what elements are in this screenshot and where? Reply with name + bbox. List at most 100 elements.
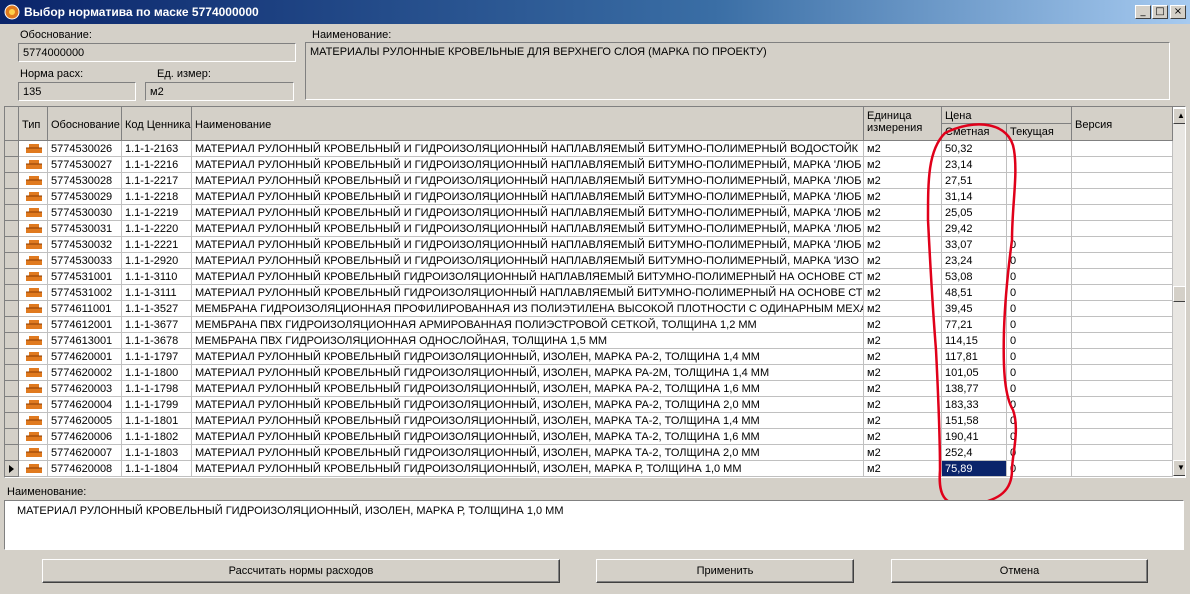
cell-code[interactable]: 1.1-1-2221 (122, 237, 192, 253)
cell-name[interactable]: МАТЕРИАЛ РУЛОННЫЙ КРОВЕЛЬНЫЙ ГИДРОИЗОЛЯЦ… (192, 445, 864, 461)
row-indicator[interactable] (5, 461, 19, 477)
cell-code[interactable]: 1.1-1-3111 (122, 285, 192, 301)
row-indicator[interactable] (5, 269, 19, 285)
cell-name[interactable]: МЕМБРАНА ПВХ ГИДРОИЗОЛЯЦИОННАЯ АРМИРОВАН… (192, 317, 864, 333)
cell-code[interactable]: 1.1-1-3110 (122, 269, 192, 285)
cell-type[interactable] (19, 429, 48, 445)
cell-version[interactable] (1072, 221, 1173, 237)
cell-code[interactable]: 1.1-1-2920 (122, 253, 192, 269)
cell-basis[interactable]: 5774620002 (48, 365, 122, 381)
cell-unit[interactable]: м2 (864, 381, 942, 397)
norms-grid[interactable]: Тип Обоснование Код Ценника Наименование… (4, 106, 1186, 478)
header-unit[interactable]: Единица измерения (864, 107, 942, 141)
cell-unit[interactable]: м2 (864, 269, 942, 285)
row-indicator[interactable] (5, 285, 19, 301)
cell-basis[interactable]: 5774620003 (48, 381, 122, 397)
cell-basis[interactable]: 5774620005 (48, 413, 122, 429)
cell-version[interactable] (1072, 141, 1173, 157)
cell-name[interactable]: МАТЕРИАЛ РУЛОННЫЙ КРОВЕЛЬНЫЙ ГИДРОИЗОЛЯЦ… (192, 381, 864, 397)
row-indicator[interactable] (5, 253, 19, 269)
cell-code[interactable]: 1.1-1-1797 (122, 349, 192, 365)
cell-estimate[interactable]: 252,4 (942, 445, 1007, 461)
cell-current[interactable]: 0 (1007, 445, 1072, 461)
cell-current[interactable] (1007, 221, 1072, 237)
cell-code[interactable]: 1.1-1-1800 (122, 365, 192, 381)
cell-name[interactable]: МАТЕРИАЛ РУЛОННЫЙ КРОВЕЛЬНЫЙ ГИДРОИЗОЛЯЦ… (192, 269, 864, 285)
cell-name[interactable]: МАТЕРИАЛ РУЛОННЫЙ КРОВЕЛЬНЫЙ ГИДРОИЗОЛЯЦ… (192, 365, 864, 381)
cell-code[interactable]: 1.1-1-2217 (122, 173, 192, 189)
cell-name[interactable]: МАТЕРИАЛ РУЛОННЫЙ КРОВЕЛЬНЫЙ ГИДРОИЗОЛЯЦ… (192, 429, 864, 445)
cell-basis[interactable]: 5774531001 (48, 269, 122, 285)
cell-current[interactable]: 0 (1007, 269, 1072, 285)
basis-field[interactable]: 5774000000 (18, 43, 296, 62)
cell-name[interactable]: МАТЕРИАЛ РУЛОННЫЙ КРОВЕЛЬНЫЙ ГИДРОИЗОЛЯЦ… (192, 285, 864, 301)
cell-version[interactable] (1072, 381, 1173, 397)
cell-code[interactable]: 1.1-1-3527 (122, 301, 192, 317)
cell-basis[interactable]: 5774620008 (48, 461, 122, 477)
cell-estimate[interactable]: 101,05 (942, 365, 1007, 381)
details-memo[interactable]: МАТЕРИАЛ РУЛОННЫЙ КРОВЕЛЬНЫЙ ГИДРОИЗОЛЯЦ… (4, 500, 1184, 550)
cell-basis[interactable]: 5774530031 (48, 221, 122, 237)
cell-current[interactable]: 0 (1007, 381, 1072, 397)
header-version[interactable]: Версия (1072, 107, 1173, 141)
cell-current[interactable] (1007, 173, 1072, 189)
cell-version[interactable] (1072, 445, 1173, 461)
cell-unit[interactable]: м2 (864, 317, 942, 333)
scroll-up-button[interactable]: ▲ (1173, 108, 1185, 124)
cell-unit[interactable]: м2 (864, 413, 942, 429)
cell-basis[interactable]: 5774620007 (48, 445, 122, 461)
cell-basis[interactable]: 5774620004 (48, 397, 122, 413)
cell-unit[interactable]: м2 (864, 461, 942, 477)
cell-basis[interactable]: 5774613001 (48, 333, 122, 349)
cell-name[interactable]: МАТЕРИАЛ РУЛОННЫЙ КРОВЕЛЬНЫЙ ГИДРОИЗОЛЯЦ… (192, 349, 864, 365)
cell-estimate[interactable]: 23,24 (942, 253, 1007, 269)
cell-estimate[interactable]: 151,58 (942, 413, 1007, 429)
row-indicator[interactable] (5, 301, 19, 317)
cell-type[interactable] (19, 461, 48, 477)
cancel-button[interactable]: Отмена (891, 559, 1148, 583)
row-indicator[interactable] (5, 381, 19, 397)
header-price[interactable]: Цена (942, 107, 1072, 124)
cell-basis[interactable]: 5774620001 (48, 349, 122, 365)
cell-version[interactable] (1072, 205, 1173, 221)
cell-type[interactable] (19, 205, 48, 221)
cell-type[interactable] (19, 173, 48, 189)
unit-field[interactable]: м2 (145, 82, 294, 101)
cell-name[interactable]: МАТЕРИАЛ РУЛОННЫЙ КРОВЕЛЬНЫЙ И ГИДРОИЗОЛ… (192, 221, 864, 237)
cell-unit[interactable]: м2 (864, 301, 942, 317)
row-indicator[interactable] (5, 349, 19, 365)
row-indicator[interactable] (5, 365, 19, 381)
name-field[interactable]: МАТЕРИАЛЫ РУЛОННЫЕ КРОВЕЛЬНЫЕ ДЛЯ ВЕРХНЕ… (305, 42, 1170, 100)
cell-code[interactable]: 1.1-1-3678 (122, 333, 192, 349)
cell-estimate[interactable]: 29,42 (942, 221, 1007, 237)
row-indicator[interactable] (5, 429, 19, 445)
header-basis[interactable]: Обоснование (48, 107, 122, 141)
row-indicator[interactable] (5, 205, 19, 221)
cell-estimate[interactable]: 39,45 (942, 301, 1007, 317)
cell-type[interactable] (19, 253, 48, 269)
cell-basis[interactable]: 5774530027 (48, 157, 122, 173)
minimize-button[interactable]: _ (1135, 5, 1151, 19)
cell-unit[interactable]: м2 (864, 285, 942, 301)
cell-unit[interactable]: м2 (864, 333, 942, 349)
cell-basis[interactable]: 5774612001 (48, 317, 122, 333)
cell-type[interactable] (19, 237, 48, 253)
cell-current[interactable]: 0 (1007, 317, 1072, 333)
cell-current[interactable]: 0 (1007, 253, 1072, 269)
cell-code[interactable]: 1.1-1-2163 (122, 141, 192, 157)
cell-basis[interactable]: 5774611001 (48, 301, 122, 317)
cell-estimate[interactable]: 117,81 (942, 349, 1007, 365)
cell-version[interactable] (1072, 253, 1173, 269)
cell-name[interactable]: МАТЕРИАЛ РУЛОННЫЙ КРОВЕЛЬНЫЙ ГИДРОИЗОЛЯЦ… (192, 461, 864, 477)
cell-unit[interactable]: м2 (864, 253, 942, 269)
grid-vertical-scrollbar[interactable]: ▲ ▼ (1173, 108, 1185, 476)
cell-estimate[interactable]: 190,41 (942, 429, 1007, 445)
row-indicator[interactable] (5, 317, 19, 333)
cell-code[interactable]: 1.1-1-1802 (122, 429, 192, 445)
cell-estimate[interactable]: 53,08 (942, 269, 1007, 285)
calculate-norms-button[interactable]: Рассчитать нормы расходов (42, 559, 560, 583)
cell-estimate[interactable]: 77,21 (942, 317, 1007, 333)
cell-basis[interactable]: 5774530026 (48, 141, 122, 157)
cell-code[interactable]: 1.1-1-2218 (122, 189, 192, 205)
cell-name[interactable]: МАТЕРИАЛ РУЛОННЫЙ КРОВЕЛЬНЫЙ И ГИДРОИЗОЛ… (192, 205, 864, 221)
